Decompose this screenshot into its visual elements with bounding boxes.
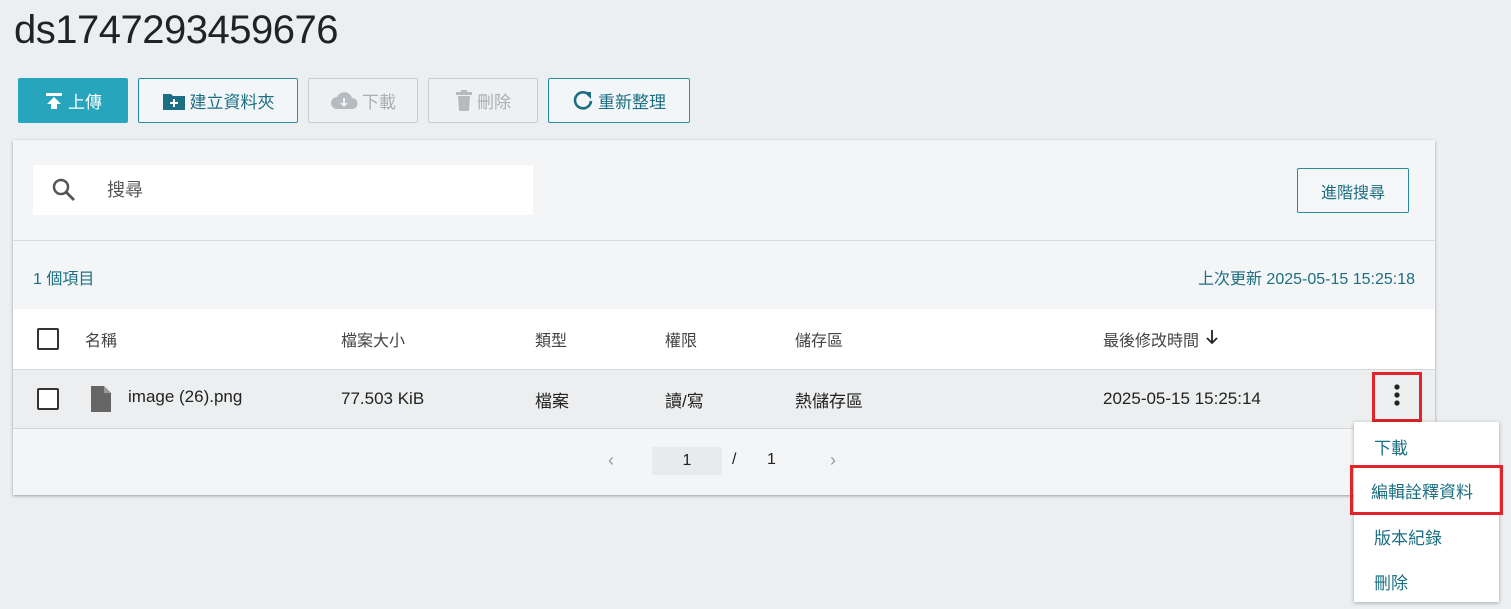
file-name[interactable]: image (26).png <box>128 368 242 426</box>
table-row[interactable]: image (26).png 77.503 KiB 檔案 讀/寫 熱儲存區 20… <box>13 369 1435 429</box>
file-type: 檔案 <box>535 391 569 411</box>
page-separator: / <box>732 451 737 468</box>
upload-icon <box>44 91 64 111</box>
refresh-icon <box>572 90 594 112</box>
file-modified: 2025-05-15 15:25:14 <box>1103 389 1261 408</box>
file-permission: 讀/寫 <box>665 391 704 411</box>
file-panel: 進階搜尋 1 個項目 上次更新 2025-05-15 15:25:18 名稱 檔… <box>13 140 1435 495</box>
trash-icon <box>455 89 473 112</box>
advanced-search-button[interactable]: 進階搜尋 <box>1297 168 1409 213</box>
header-modified[interactable]: 最後修改時間 <box>1103 309 1219 369</box>
header-modified-label: 最後修改時間 <box>1103 333 1200 350</box>
divider <box>13 240 1435 241</box>
delete-button[interactable]: 刪除 <box>428 78 538 123</box>
prev-page-icon[interactable]: ‹ <box>608 450 614 471</box>
new-folder-button[interactable]: 建立資料夾 <box>138 78 298 123</box>
menu-item-delete[interactable]: 刪除 <box>1374 569 1408 594</box>
more-vertical-icon <box>1394 383 1400 411</box>
file-icon <box>91 370 111 428</box>
toolbar: 上傳 建立資料夾 下載 刪除 重新整理 <box>18 78 690 123</box>
header-name[interactable]: 名稱 <box>85 309 117 369</box>
menu-item-edit-metadata[interactable]: 編輯詮釋資料 <box>1350 465 1503 515</box>
item-count: 1 個項目 <box>33 271 95 288</box>
row-checkbox[interactable] <box>37 388 59 410</box>
menu-item-download[interactable]: 下載 <box>1374 434 1408 459</box>
upload-label: 上傳 <box>68 93 102 112</box>
header-storage[interactable]: 儲存區 <box>795 309 843 369</box>
upload-button[interactable]: 上傳 <box>18 78 128 123</box>
cloud-download-icon <box>330 91 358 111</box>
file-size: 77.503 KiB <box>341 389 425 408</box>
new-folder-label: 建立資料夾 <box>189 93 275 112</box>
file-storage: 熱儲存區 <box>795 391 863 411</box>
search-icon <box>51 177 77 203</box>
search-input[interactable] <box>107 179 487 201</box>
select-all-checkbox[interactable] <box>37 328 59 350</box>
arrow-down-icon <box>1205 329 1219 350</box>
more-actions-button[interactable] <box>1372 372 1422 422</box>
next-page-icon[interactable]: › <box>830 450 836 471</box>
last-updated: 上次更新 2025-05-15 15:25:18 <box>1197 271 1415 288</box>
refresh-button[interactable]: 重新整理 <box>548 78 690 123</box>
row-context-menu: 下載 編輯詮釋資料 版本紀錄 刪除 <box>1350 422 1503 602</box>
current-page-input[interactable]: 1 <box>652 447 722 475</box>
folder-plus-icon <box>162 91 186 111</box>
header-type[interactable]: 類型 <box>535 309 567 369</box>
page-title: ds1747293459676 <box>14 8 338 52</box>
delete-label: 刪除 <box>477 93 511 112</box>
table-header: 名稱 檔案大小 類型 權限 儲存區 最後修改時間 <box>13 309 1435 369</box>
menu-item-version-history[interactable]: 版本紀錄 <box>1374 524 1442 549</box>
search-box <box>33 165 533 215</box>
header-permission[interactable]: 權限 <box>665 309 697 369</box>
download-label: 下載 <box>362 93 396 112</box>
refresh-label: 重新整理 <box>598 93 666 112</box>
download-button[interactable]: 下載 <box>308 78 418 123</box>
select-all-checkbox-cell <box>37 309 59 369</box>
row-checkbox-cell <box>37 370 59 428</box>
header-size[interactable]: 檔案大小 <box>341 309 405 369</box>
pagination: ‹ 1 / 1 › <box>13 445 1435 475</box>
total-pages: 1 <box>767 451 776 468</box>
